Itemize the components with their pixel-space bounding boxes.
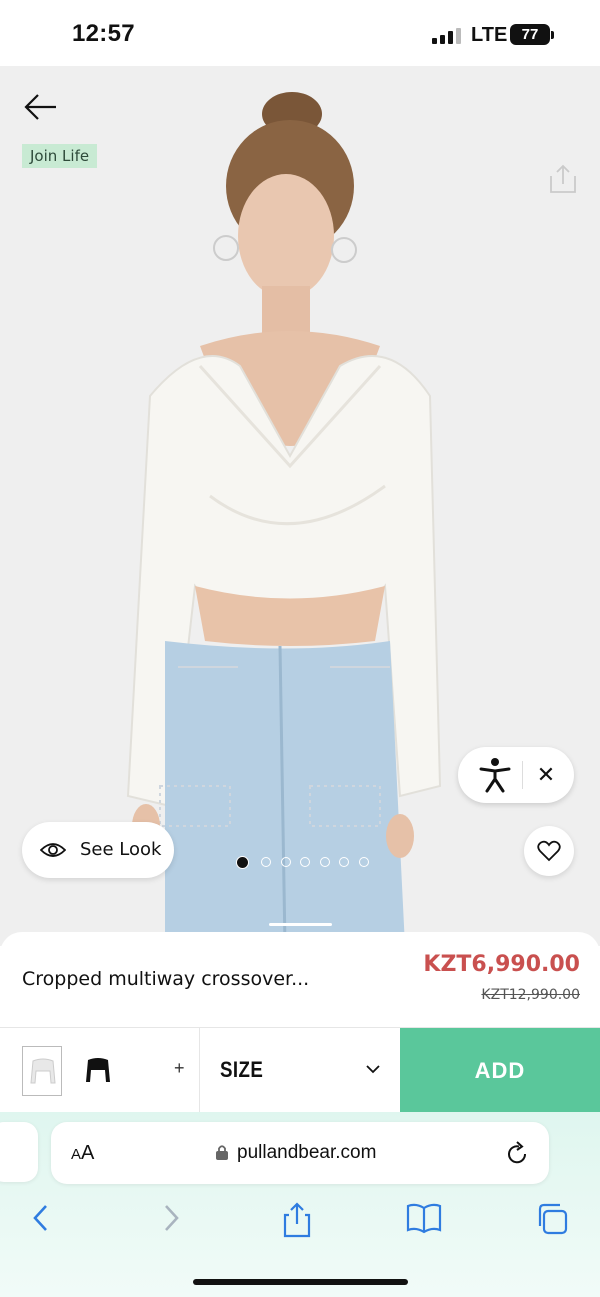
tabs-icon[interactable] <box>535 1202 569 1236</box>
reload-icon[interactable] <box>505 1140 529 1166</box>
join-life-tag: Join Life <box>22 144 98 168</box>
signal-icon <box>432 28 462 44</box>
bookmarks-icon[interactable] <box>406 1202 442 1234</box>
color-thumb-black[interactable] <box>78 1046 118 1096</box>
url-text: pullandbear.com <box>237 1142 377 1163</box>
carousel-dot[interactable] <box>339 857 349 867</box>
chevron-down-icon <box>366 1065 380 1074</box>
text-size-button[interactable]: AA <box>71 1142 94 1165</box>
carousel-dot[interactable] <box>359 857 369 867</box>
carousel-dot[interactable] <box>300 857 310 867</box>
browser-toolbar: AA pullandbear.com <box>0 1112 600 1297</box>
carousel-dot[interactable] <box>236 856 249 869</box>
sheet-handle[interactable] <box>269 923 332 926</box>
product-name[interactable]: Cropped multiway crossover... <box>22 968 309 990</box>
battery-icon: 77 <box>510 24 550 45</box>
status-bar: 12:57 LTE 77 <box>0 0 600 66</box>
see-look-label: See Look <box>80 839 162 860</box>
share-icon[interactable] <box>547 164 579 194</box>
see-look-button[interactable]: See Look <box>22 822 174 878</box>
arrow-left-icon[interactable] <box>22 92 58 122</box>
share-sheet-icon[interactable] <box>282 1202 312 1238</box>
color-selector: + <box>0 1028 200 1113</box>
size-label: SIZE <box>220 1057 264 1082</box>
browser-forward-icon[interactable] <box>160 1202 182 1234</box>
add-to-cart-button[interactable]: ADD <box>400 1028 600 1113</box>
network-label: LTE <box>471 24 508 46</box>
heart-icon <box>537 840 561 862</box>
size-selector[interactable]: SIZE <box>200 1028 400 1113</box>
black-top-thumbnail <box>86 1058 110 1082</box>
product-image[interactable]: Join Life ✕ See Look <box>0 66 600 946</box>
white-top-thumbnail <box>30 1058 56 1084</box>
product-old-price: KZT12,990.00 <box>481 987 580 1003</box>
carousel-dot[interactable] <box>281 857 291 867</box>
battery-tip <box>551 31 554 39</box>
close-icon[interactable]: ✕ <box>536 761 556 789</box>
model-photo <box>126 92 442 946</box>
pill-divider <box>522 761 523 789</box>
color-thumb-white[interactable] <box>22 1046 62 1096</box>
product-price: KZT6,990.00 <box>423 952 580 977</box>
address-bar[interactable]: AA pullandbear.com <box>51 1122 549 1184</box>
more-colors-plus[interactable]: + <box>174 1058 185 1079</box>
carousel-dot[interactable] <box>320 857 330 867</box>
carousel-dot[interactable] <box>261 857 271 867</box>
home-indicator <box>193 1279 408 1285</box>
previous-tab-preview[interactable] <box>0 1122 38 1182</box>
favorite-button[interactable] <box>524 826 574 876</box>
accessibility-widget: ✕ <box>458 747 574 803</box>
action-bar: + SIZE ADD <box>0 1027 600 1113</box>
browser-back-icon[interactable] <box>30 1202 52 1234</box>
lock-icon <box>216 1145 228 1160</box>
eye-icon <box>40 843 66 857</box>
carousel-dots <box>236 856 376 870</box>
status-time: 12:57 <box>72 20 135 47</box>
accessibility-person-icon[interactable] <box>478 757 512 793</box>
